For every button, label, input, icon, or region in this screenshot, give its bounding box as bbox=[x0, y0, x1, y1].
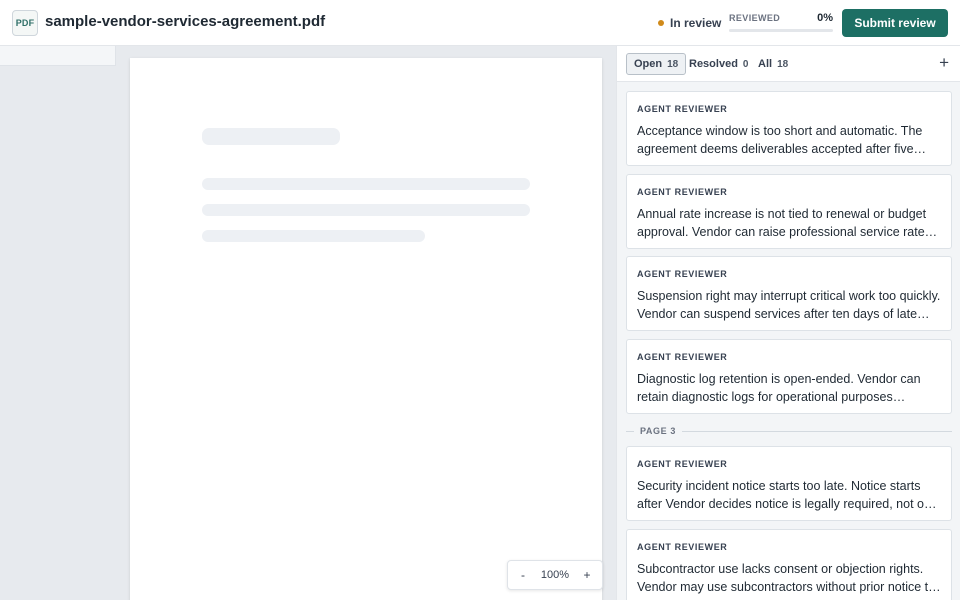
comment-text: Subcontractor use lacks consent or objec… bbox=[637, 562, 936, 594]
comment-card[interactable]: AGENT REVIEWER Annual rate increase is n… bbox=[626, 174, 952, 249]
comment-author: AGENT REVIEWER bbox=[637, 269, 728, 279]
thumbnail-strip[interactable] bbox=[0, 46, 116, 66]
comment-author: AGENT REVIEWER bbox=[637, 352, 728, 362]
loading-line-placeholder bbox=[202, 230, 425, 242]
status-dot-icon bbox=[658, 20, 664, 26]
plus-icon[interactable]: + bbox=[939, 54, 949, 72]
pdf-file-icon: PDF bbox=[12, 10, 38, 36]
progress-track bbox=[729, 29, 833, 32]
comment-text: Annual rate increase is not tied to rene… bbox=[637, 207, 931, 239]
tab-count: 18 bbox=[667, 58, 679, 70]
comment-text: Suspension right may interrupt critical … bbox=[637, 289, 941, 321]
comment-card[interactable]: AGENT REVIEWER Security incident notice … bbox=[626, 446, 952, 521]
comment-author: AGENT REVIEWER bbox=[637, 104, 728, 114]
comment-text: Security incident notice starts too late… bbox=[637, 479, 931, 511]
top-bar: PDF sample-vendor-services-agreement.pdf… bbox=[0, 0, 960, 46]
zoom-out-button[interactable]: - bbox=[516, 568, 530, 582]
comment-card[interactable]: AGENT REVIEWER Acceptance window is too … bbox=[626, 91, 952, 166]
comment-author: AGENT REVIEWER bbox=[637, 542, 728, 552]
tab-label: Open bbox=[634, 58, 663, 70]
reviewed-percent: 0% bbox=[817, 12, 833, 24]
tab-open[interactable]: Open 18 bbox=[626, 53, 687, 75]
comment-card[interactable]: AGENT REVIEWER Subcontractor use lacks c… bbox=[626, 529, 952, 600]
zoom-in-button[interactable]: + bbox=[580, 568, 594, 582]
tab-count: 0 bbox=[742, 58, 749, 70]
tab-label: Resolved bbox=[689, 58, 738, 70]
comment-author: AGENT REVIEWER bbox=[637, 459, 728, 469]
page-separator: PAGE 3 bbox=[626, 424, 952, 438]
loading-line-placeholder bbox=[202, 204, 530, 216]
zoom-control: - 100% + bbox=[507, 560, 603, 590]
zoom-level: 100% bbox=[540, 569, 570, 581]
reviewed-progress: REVIEWED 0% bbox=[729, 12, 833, 32]
loading-line-placeholder bbox=[202, 178, 530, 190]
tab-label: All bbox=[758, 58, 773, 70]
tab-count: 18 bbox=[777, 58, 789, 70]
document-page[interactable] bbox=[130, 58, 602, 600]
review-panel: Open 18 Resolved 0 All 18 + AGENT REVIEW… bbox=[616, 46, 960, 600]
submit-review-button[interactable]: Submit review bbox=[842, 9, 948, 37]
tab-all[interactable]: All 18 bbox=[751, 53, 795, 75]
tab-resolved[interactable]: Resolved 0 bbox=[682, 53, 755, 75]
review-status: In review bbox=[658, 16, 721, 30]
document-title: sample-vendor-services-agreement.pdf bbox=[45, 13, 326, 30]
comment-card[interactable]: AGENT REVIEWER Diagnostic log retention … bbox=[626, 339, 952, 414]
separator-line bbox=[626, 430, 634, 432]
separator-line bbox=[681, 430, 952, 432]
page-separator-label: PAGE 3 bbox=[640, 426, 676, 436]
loading-title-placeholder bbox=[202, 128, 340, 145]
comment-card[interactable]: AGENT REVIEWER Suspension right may inte… bbox=[626, 256, 952, 331]
filter-tabs: Open 18 Resolved 0 All 18 + bbox=[617, 46, 960, 82]
comment-author: AGENT REVIEWER bbox=[637, 187, 728, 197]
status-label: In review bbox=[670, 16, 722, 30]
comment-text: Acceptance window is too short and autom… bbox=[637, 124, 923, 156]
document-viewer[interactable]: - 100% + bbox=[0, 46, 616, 600]
comment-text: Diagnostic log retention is open-ended. … bbox=[637, 372, 921, 404]
